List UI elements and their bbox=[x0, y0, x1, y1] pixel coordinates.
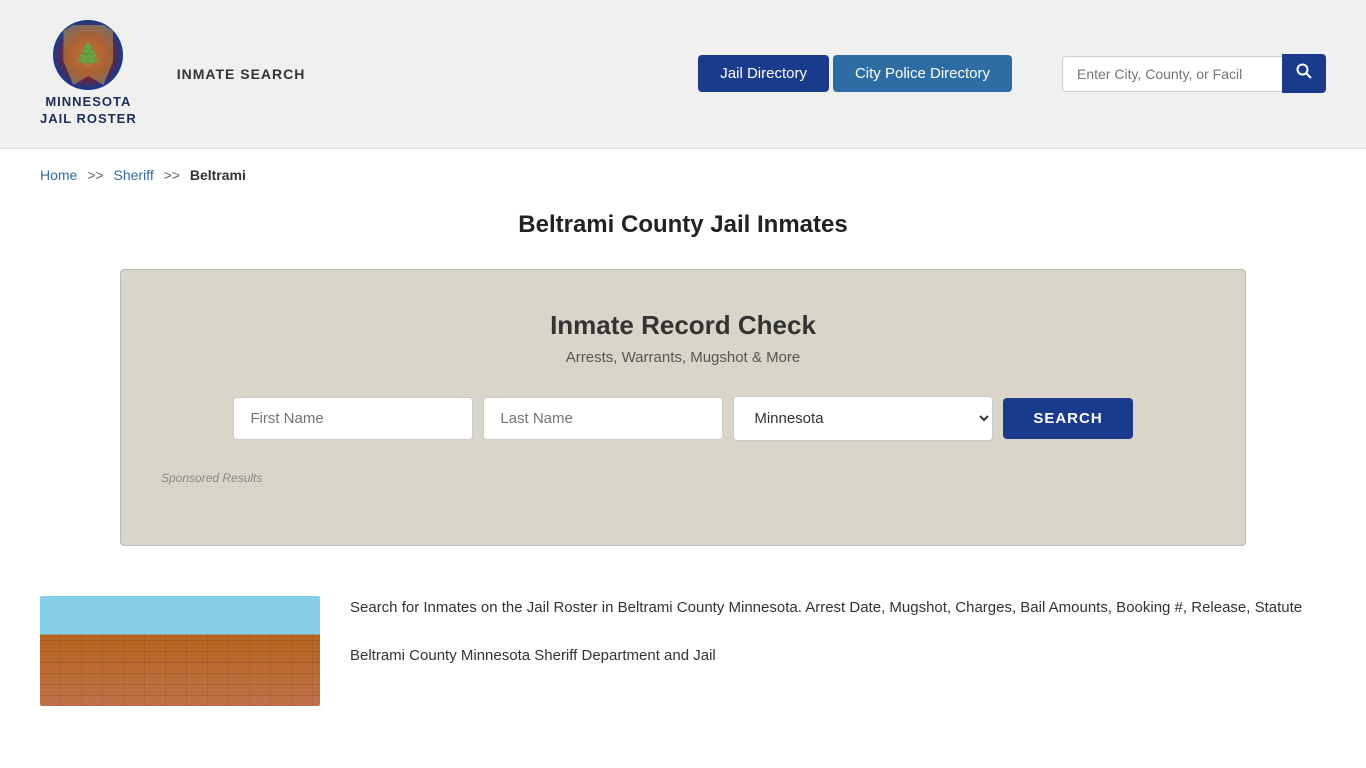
record-check-box: Inmate Record Check Arrests, Warrants, M… bbox=[120, 269, 1246, 546]
search-icon bbox=[1296, 63, 1312, 79]
search-record-button[interactable]: SEARCH bbox=[1003, 398, 1132, 439]
breadcrumb-sep-1: >> bbox=[87, 167, 103, 183]
header-search-bar bbox=[1062, 54, 1326, 93]
site-logo[interactable]: MINNESOTA JAIL ROSTER bbox=[40, 20, 137, 128]
last-name-input[interactable] bbox=[483, 397, 723, 440]
bottom-section: Search for Inmates on the Jail Roster in… bbox=[0, 576, 1366, 726]
inmate-search-link[interactable]: INMATE SEARCH bbox=[177, 66, 306, 82]
state-seal-icon bbox=[53, 20, 123, 90]
header-search-input[interactable] bbox=[1062, 56, 1282, 92]
breadcrumb-home[interactable]: Home bbox=[40, 167, 77, 183]
breadcrumb: Home >> Sheriff >> Beltrami bbox=[0, 149, 1366, 201]
bottom-text-paragraph-1: Search for Inmates on the Jail Roster in… bbox=[350, 596, 1326, 620]
breadcrumb-sep-2: >> bbox=[164, 167, 180, 183]
jail-directory-button[interactable]: Jail Directory bbox=[698, 55, 829, 92]
site-header: MINNESOTA JAIL ROSTER INMATE SEARCH Jail… bbox=[0, 0, 1366, 149]
header-search-button[interactable] bbox=[1282, 54, 1326, 93]
bottom-description: Search for Inmates on the Jail Roster in… bbox=[350, 596, 1326, 668]
sponsored-results-label: Sponsored Results bbox=[161, 471, 1205, 485]
record-check-form: AlabamaAlaskaArizonaArkansasCaliforniaCo… bbox=[161, 396, 1205, 441]
state-select[interactable]: AlabamaAlaskaArizonaArkansasCaliforniaCo… bbox=[733, 396, 993, 441]
first-name-input[interactable] bbox=[233, 397, 473, 440]
logo-text: MINNESOTA JAIL ROSTER bbox=[40, 94, 137, 128]
page-title: Beltrami County Jail Inmates bbox=[0, 211, 1366, 239]
bottom-text-paragraph-2: Beltrami County Minnesota Sheriff Depart… bbox=[350, 644, 1326, 668]
building-image-inner bbox=[40, 596, 320, 706]
building-image bbox=[40, 596, 320, 706]
record-check-title: Inmate Record Check bbox=[161, 310, 1205, 341]
city-police-directory-button[interactable]: City Police Directory bbox=[833, 55, 1012, 92]
breadcrumb-current: Beltrami bbox=[190, 167, 246, 183]
record-check-subtitle: Arrests, Warrants, Mugshot & More bbox=[161, 349, 1205, 366]
nav-buttons: Jail Directory City Police Directory bbox=[698, 55, 1012, 92]
breadcrumb-sheriff[interactable]: Sheriff bbox=[114, 167, 154, 183]
